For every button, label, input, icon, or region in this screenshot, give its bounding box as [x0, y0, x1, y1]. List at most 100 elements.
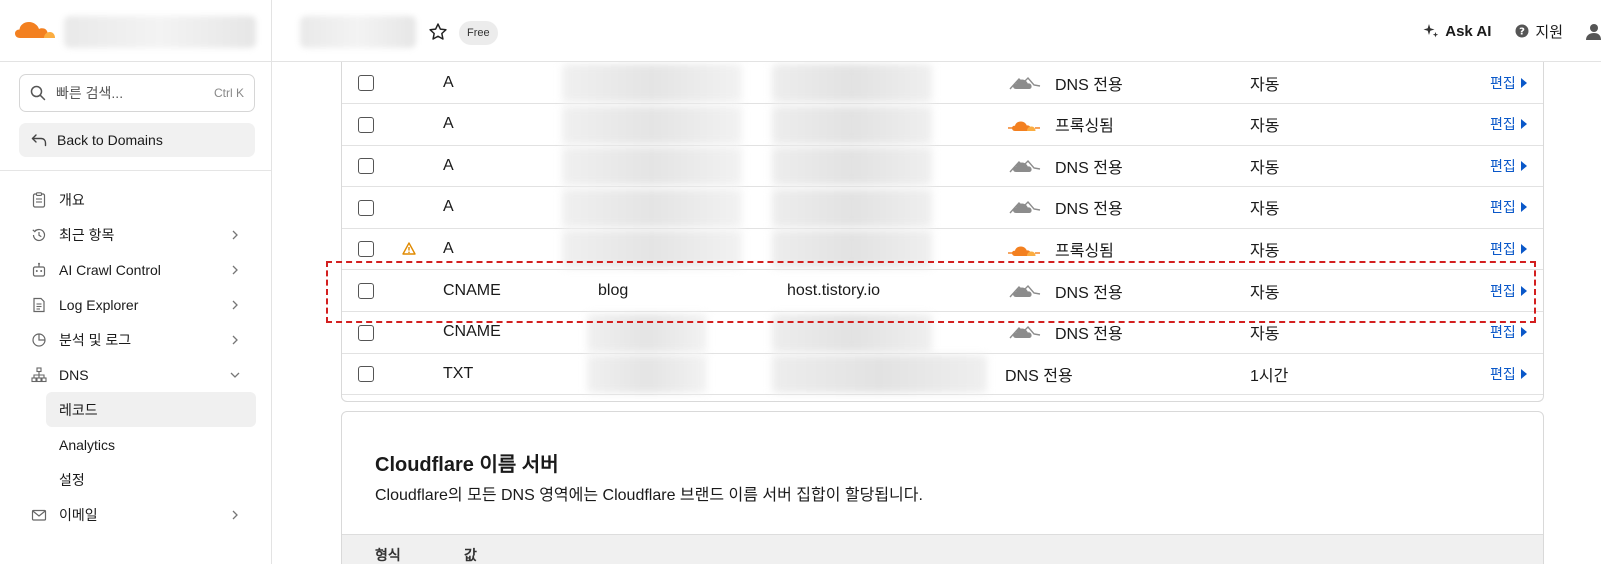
table-row[interactable]: A DNS 전용 자동 편집 — [342, 145, 1543, 188]
row-checkbox[interactable] — [358, 283, 374, 299]
record-type: A — [443, 239, 454, 257]
proxy-status: DNS 전용 — [1007, 312, 1123, 353]
help-circle-icon: ? — [1515, 24, 1529, 38]
sidebar-item-label: Log Explorer — [59, 296, 139, 313]
chevron-down-icon — [230, 372, 240, 378]
redacted-name — [562, 147, 742, 186]
row-checkbox[interactable] — [358, 158, 374, 175]
proxy-status-label: 프록싱됨 — [1055, 118, 1114, 136]
edit-button[interactable]: 편집 — [1490, 312, 1528, 353]
sidebar-item-email[interactable]: 이메일 — [0, 497, 271, 532]
nameservers-table-header: 형식 값 — [342, 534, 1543, 564]
table-row[interactable]: TXT DNS 전용 1시간 편집 — [342, 353, 1543, 396]
edit-button[interactable]: 편집 — [1490, 104, 1528, 145]
table-row[interactable]: CNAME blog host.tistory.io DNS 전용 자동 편집 — [342, 270, 1543, 312]
record-ttl: 자동 — [1250, 201, 1280, 219]
edit-label: 편집 — [1490, 365, 1516, 382]
sidebar-subitem-settings[interactable]: 설정 — [46, 462, 256, 497]
sidebar-item-overview[interactable]: 개요 — [0, 182, 271, 217]
sidebar-item-dns[interactable]: DNS — [0, 357, 271, 392]
domain-name-redacted[interactable] — [300, 16, 416, 48]
svg-text:?: ? — [1519, 27, 1525, 38]
edit-label: 편집 — [1490, 199, 1516, 216]
edit-button[interactable]: 편집 — [1490, 187, 1528, 228]
quick-search-input[interactable]: 빠른 검색... Ctrl K — [19, 74, 255, 112]
sidebar-item-analytics-logs[interactable]: 분석 및 로그 — [0, 322, 271, 357]
row-checkbox[interactable] — [358, 199, 374, 216]
history-icon — [32, 228, 46, 241]
cloud-proxied-icon — [1007, 239, 1041, 259]
warning-icon[interactable] — [402, 228, 418, 269]
record-type: CNAME — [443, 323, 501, 341]
chevron-right-icon — [232, 265, 238, 274]
redacted-content — [772, 313, 932, 352]
caret-right-icon — [1520, 285, 1528, 297]
network-icon — [31, 366, 47, 382]
table-row[interactable]: A 프록싱됨 자동 편집 — [342, 228, 1543, 271]
table-row[interactable]: A DNS 전용 자동 편집 — [342, 62, 1543, 104]
redacted-name — [562, 230, 742, 269]
edit-button[interactable]: 편집 — [1490, 270, 1528, 311]
row-checkbox[interactable] — [358, 324, 374, 341]
sidebar-subitem-records[interactable]: 레코드 — [46, 392, 256, 427]
email-icon — [31, 509, 47, 521]
chevron-right-icon — [232, 335, 238, 344]
robot-icon — [32, 262, 46, 277]
sidebar-item-label: 분석 및 로그 — [59, 331, 132, 348]
table-row[interactable]: A DNS 전용 자동 편집 — [342, 187, 1543, 229]
cloud-dns-only-icon — [1007, 197, 1041, 217]
cloudflare-logo-icon[interactable] — [14, 20, 56, 42]
record-type: TXT — [443, 364, 474, 382]
redacted-name — [562, 64, 742, 102]
sidebar-item-ai-crawl-control[interactable]: AI Crawl Control — [0, 252, 271, 287]
main-content: A DNS 전용 자동 편집 A 프록싱됨 자동 편집 A DNS 전용 자동 편집 A DNS 전용 자동… — [272, 62, 1601, 564]
column-header-type: 형식 — [375, 547, 401, 563]
record-ttl: 자동 — [1250, 326, 1280, 344]
sidebar-subitem-analytics[interactable]: Analytics — [46, 427, 256, 462]
nameservers-card: Cloudflare 이름 서버 Cloudflare의 모든 DNS 영역에는… — [341, 411, 1544, 564]
edit-button[interactable]: 편집 — [1490, 62, 1528, 103]
row-checkbox[interactable] — [358, 116, 374, 133]
redacted-name — [587, 313, 707, 352]
edit-label: 편집 — [1490, 157, 1516, 174]
column-header-value: 값 — [464, 547, 477, 563]
proxy-status-label: DNS 전용 — [1055, 159, 1123, 177]
record-name: blog — [598, 281, 629, 299]
sidebar-item-recent[interactable]: 최근 항목 — [0, 217, 271, 252]
record-ttl: 자동 — [1250, 118, 1280, 136]
back-to-domains-button[interactable]: Back to Domains — [19, 123, 255, 157]
ask-ai-button[interactable]: Ask AI — [1423, 23, 1491, 40]
nameservers-title: Cloudflare 이름 서버 — [375, 454, 559, 476]
back-to-domains-label: Back to Domains — [57, 132, 163, 148]
search-placeholder: 빠른 검색... — [56, 85, 124, 101]
row-checkbox[interactable] — [358, 241, 374, 258]
row-checkbox[interactable] — [358, 75, 374, 91]
cloud-proxied-icon — [1007, 114, 1041, 134]
row-checkbox[interactable] — [358, 366, 374, 383]
edit-button[interactable]: 편집 — [1490, 228, 1528, 269]
redacted-name — [562, 188, 742, 227]
caret-right-icon — [1520, 368, 1528, 380]
edit-button[interactable]: 편집 — [1490, 145, 1528, 186]
top-right-actions: Ask AI ? 지원 — [1423, 0, 1601, 62]
edit-label: 편집 — [1490, 74, 1516, 91]
table-row[interactable]: CNAME DNS 전용 자동 편집 — [342, 312, 1543, 354]
sidebar-item-label: 개요 — [59, 191, 85, 208]
dns-records-table: A DNS 전용 자동 편집 A 프록싱됨 자동 편집 A DNS 전용 자동 편집 A DNS 전용 자동… — [341, 62, 1544, 402]
record-ttl: 자동 — [1250, 159, 1280, 177]
star-icon[interactable] — [428, 22, 448, 42]
proxy-status-label: DNS 전용 — [1055, 76, 1123, 94]
support-button[interactable]: ? 지원 — [1515, 21, 1563, 42]
caret-right-icon — [1520, 326, 1528, 338]
sidebar-item-log-explorer[interactable]: Log Explorer — [0, 287, 271, 322]
cloud-dns-only-icon — [1007, 281, 1041, 301]
user-icon[interactable] — [1583, 22, 1601, 40]
edit-button[interactable]: 편집 — [1490, 353, 1528, 394]
redacted-content — [772, 105, 932, 144]
account-name-redacted[interactable] — [64, 16, 256, 48]
proxy-status: DNS 전용 — [1005, 353, 1073, 394]
record-type: A — [443, 115, 454, 133]
proxy-status: 프록싱됨 — [1007, 104, 1114, 145]
table-row[interactable]: A 프록싱됨 자동 편집 — [342, 104, 1543, 146]
sidebar-item-label: AI Crawl Control — [59, 261, 161, 278]
